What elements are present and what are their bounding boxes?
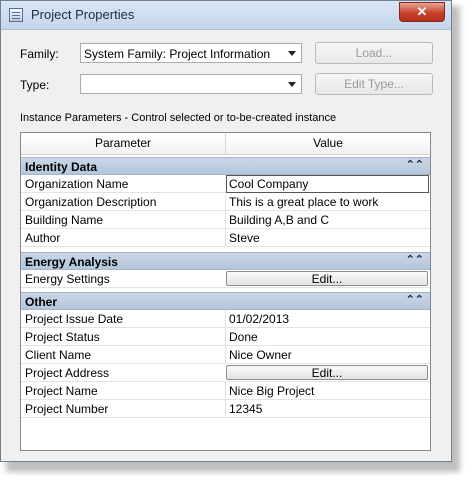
- parameter-value[interactable]: Cool Company: [229, 177, 308, 191]
- project-address-edit-button[interactable]: Edit...: [226, 365, 428, 380]
- parameter-value[interactable]: Steve: [229, 231, 260, 245]
- family-value: System Family: Project Information: [84, 47, 271, 61]
- table-row[interactable]: Project Issue Date 01/02/2013: [21, 310, 430, 328]
- group-name: Identity Data: [25, 160, 98, 174]
- parameter-name: Project Address: [25, 366, 110, 380]
- table-row[interactable]: Project Address Edit...: [21, 364, 430, 382]
- table-row[interactable]: Client Name Nice Owner: [21, 346, 430, 364]
- parameter-value[interactable]: Done: [229, 330, 258, 344]
- parameter-value[interactable]: 12345: [229, 402, 262, 416]
- parameter-name: Energy Settings: [25, 272, 110, 286]
- properties-grid: Parameter Value Identity Data ⌃⌃ Organiz…: [20, 132, 431, 451]
- group-energy-analysis[interactable]: Energy Analysis ⌃⌃: [21, 252, 430, 270]
- parameter-name: Project Name: [25, 384, 98, 398]
- project-properties-dialog: Project Properties ✕ Family: System Fami…: [0, 0, 452, 462]
- column-divider: [225, 310, 226, 327]
- parameter-value[interactable]: Building A,B and C: [229, 213, 329, 227]
- column-divider: [225, 211, 226, 228]
- type-label: Type:: [20, 78, 50, 92]
- collapse-icon[interactable]: ⌃⌃: [406, 293, 424, 306]
- family-label: Family:: [20, 47, 59, 61]
- column-divider: [225, 328, 226, 345]
- load-button[interactable]: Load...: [315, 42, 433, 64]
- table-row[interactable]: Organization Name Cool Company: [21, 175, 430, 193]
- parameter-name: Project Status: [25, 330, 100, 344]
- parameter-name: Organization Name: [25, 177, 129, 191]
- family-dropdown[interactable]: System Family: Project Information: [80, 43, 302, 63]
- collapse-icon[interactable]: ⌃⌃: [406, 158, 424, 171]
- chevron-down-icon: [288, 82, 296, 87]
- table-row[interactable]: Author Steve: [21, 229, 430, 247]
- type-dropdown[interactable]: [80, 74, 302, 94]
- parameter-name: Author: [25, 231, 61, 245]
- parameter-value[interactable]: This is a great place to work: [229, 195, 378, 209]
- column-divider: [225, 382, 226, 399]
- document-icon: [9, 8, 23, 22]
- parameter-value[interactable]: 01/02/2013: [229, 312, 289, 326]
- chevron-down-icon: [288, 51, 296, 56]
- energy-settings-edit-button[interactable]: Edit...: [226, 271, 428, 286]
- table-row[interactable]: Organization Description This is a great…: [21, 193, 430, 211]
- table-row[interactable]: Project Name Nice Big Project: [21, 382, 430, 400]
- title-bar[interactable]: Project Properties ✕: [1, 1, 451, 30]
- table-row[interactable]: Project Number 12345: [21, 400, 430, 418]
- group-name: Energy Analysis: [25, 255, 118, 269]
- close-button[interactable]: ✕: [399, 2, 445, 22]
- parameter-name: Client Name: [25, 348, 92, 362]
- window-title: Project Properties: [31, 7, 135, 22]
- edit-type-button[interactable]: Edit Type...: [315, 73, 433, 95]
- column-divider: [225, 400, 226, 417]
- parameter-value[interactable]: Nice Owner: [229, 348, 292, 362]
- table-row[interactable]: Project Status Done: [21, 328, 430, 346]
- value-column-header[interactable]: Value: [226, 133, 430, 155]
- collapse-icon[interactable]: ⌃⌃: [406, 253, 424, 266]
- parameter-value[interactable]: Nice Big Project: [229, 384, 314, 398]
- column-divider: [225, 229, 226, 246]
- group-other[interactable]: Other ⌃⌃: [21, 292, 430, 310]
- group-identity-data[interactable]: Identity Data ⌃⌃: [21, 157, 430, 175]
- parameter-name: Organization Description: [25, 195, 157, 209]
- parameter-column-header[interactable]: Parameter: [21, 133, 226, 155]
- parameter-name: Project Number: [25, 402, 109, 416]
- table-row[interactable]: Energy Settings Edit...: [21, 270, 430, 288]
- column-divider: [225, 346, 226, 363]
- instance-parameters-note: Instance Parameters - Control selected o…: [20, 112, 337, 124]
- parameter-name: Building Name: [25, 213, 104, 227]
- parameter-name: Project Issue Date: [25, 312, 124, 326]
- group-name: Other: [25, 295, 58, 309]
- table-row[interactable]: Building Name Building A,B and C: [21, 211, 430, 229]
- column-divider: [225, 193, 226, 210]
